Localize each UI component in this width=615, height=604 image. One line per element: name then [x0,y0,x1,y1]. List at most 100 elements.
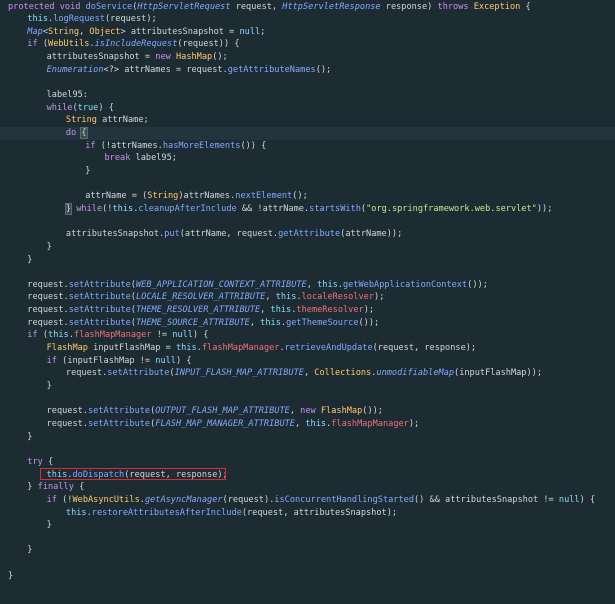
code-line[interactable]: this.logRequest(request); [0,13,615,26]
code-token: this [305,418,327,429]
code-token: } [27,254,33,265]
code-token: request. [65,368,108,379]
code-line[interactable]: Enumeration<?> attrNames = request.getAt… [0,64,615,77]
code-token: HttpServletResponse [282,1,381,12]
code-token: this [65,507,87,518]
code-line[interactable] [0,393,615,406]
code-line[interactable]: } [0,570,615,583]
code-line[interactable]: if (this.flashMapManager != null) { [0,329,615,342]
code-line[interactable]: attributesSnapshot.put(attrName, request… [0,228,615,241]
code-line[interactable]: attrName = (String)attrNames.nextElement… [0,190,615,203]
code-token: Enumeration [46,64,104,75]
code-line[interactable]: request.setAttribute(THEME_RESOLVER_ATTR… [0,304,615,317]
code-line[interactable] [0,216,615,229]
code-token: } [85,165,91,176]
code-token: setAttribute [68,317,131,328]
code-token: this [27,14,48,25]
code-token: attributesSnapshot [65,229,160,240]
code-line[interactable]: while(true) { [0,102,615,115]
code-token: } [46,241,52,252]
code-editor[interactable]: protected void doService(HttpServletRequ… [0,0,615,604]
code-token: request. [27,292,69,303]
code-token: INPUT_FLASH_MAP_ATTRIBUTE [174,368,304,379]
code-line[interactable]: if (inputFlashMap != null) { [0,355,615,368]
code-token: logRequest [53,14,105,25]
code-line[interactable] [0,76,615,89]
code-token: getAttributeNames [227,64,316,75]
code-line[interactable]: label95: [0,89,615,102]
code-token: ()) { [240,140,267,151]
code-line[interactable]: try { [0,456,615,469]
code-token: inputFlashMap [93,343,161,354]
code-token: new [300,406,321,417]
code-line[interactable]: this.doDispatch(request, response); [0,469,615,482]
code-token: break [104,153,136,164]
code-line[interactable]: } [0,254,615,267]
code-line[interactable]: String attrName; [0,114,615,127]
code-line[interactable]: } while(!this.cleanupAfterInclude && !at… [0,202,615,216]
code-line[interactable]: } [0,431,615,444]
code-token: this [48,330,69,341]
code-line[interactable]: do { [0,127,615,140]
code-line[interactable]: this.restoreAttributesAfterInclude(reque… [0,507,615,520]
code-token: () && [414,494,446,505]
code-token: = [139,52,156,63]
code-line[interactable]: request.setAttribute(OUTPUT_FLASH_MAP_AT… [0,405,615,418]
code-token: attrNames [124,64,171,75]
code-token: attrName [262,203,304,214]
code-line[interactable] [0,532,615,545]
code-token: restoreAttributesAfterInclude [91,507,242,518]
code-token: request. [27,317,69,328]
code-line[interactable]: } [0,165,615,178]
code-line[interactable]: request.setAttribute(INPUT_FLASH_MAP_ATT… [0,367,615,380]
code-line[interactable] [0,443,615,456]
code-line[interactable]: if (!WebAsyncUtils.getAsyncManager(reque… [0,494,615,507]
code-token: , [249,317,261,328]
code-line[interactable]: if (!attrNames.hasMoreElements()) { [0,140,615,153]
code-token: label95; [135,153,177,164]
code-line[interactable]: request.setAttribute(THEME_SOURCE_ATTRIB… [0,317,615,330]
code-line[interactable]: } [0,544,615,557]
code-token: this [260,317,281,328]
code-token: ()); [362,406,383,417]
code-token: String [65,115,103,126]
code-line[interactable]: if (WebUtils.isIncludeRequest(request)) … [0,38,615,51]
code-token: (! [62,494,73,505]
code-token: && ! [236,203,263,214]
code-token: setAttribute [88,406,151,417]
code-token: (request, response); [124,469,228,480]
code-line[interactable]: Map<String, Object> attributesSnapshot =… [0,26,615,39]
code-line[interactable]: request.setAttribute(FLASH_MAP_MANAGER_A… [0,418,615,431]
code-line[interactable] [0,557,615,570]
code-line[interactable] [0,178,615,191]
code-token: request, [230,1,283,12]
code-line[interactable]: attributesSnapshot = new HashMap(); [0,51,615,64]
code-token: request. [46,418,88,429]
code-line[interactable]: FlashMap inputFlashMap = this.flashMapMa… [0,342,615,355]
code-token: nextElement [235,191,293,202]
code-token: isConcurrentHandlingStarted [274,494,414,505]
code-line[interactable] [0,266,615,279]
code-token: inputFlashMap [459,368,527,379]
code-line[interactable]: break label95; [0,152,615,165]
code-token: this [275,292,297,303]
code-line[interactable]: } [0,241,615,254]
code-token: finally [37,482,80,493]
code-token: setAttribute [107,368,170,379]
code-token: themeResolver [296,305,364,316]
code-token: FLASH_MAP_MANAGER_ATTRIBUTE [155,418,295,429]
code-token: ()); [467,279,488,290]
code-token: )); [526,368,542,379]
code-token: != [151,330,173,341]
code-token: request. [27,305,69,316]
code-line[interactable]: protected void doService(HttpServletRequ… [0,1,615,14]
code-token: THEME_SOURCE_ATTRIBUTE [135,317,250,328]
code-line[interactable]: } [0,380,615,393]
code-line[interactable]: } [0,519,615,532]
code-token: if [27,330,43,341]
code-token: this [46,469,68,480]
code-line[interactable]: request.setAttribute(LOCALE_RESOLVER_ATT… [0,291,615,304]
code-line[interactable]: request.setAttribute(WEB_APPLICATION_CON… [0,279,615,292]
code-token: { [79,482,85,493]
code-line[interactable]: } finally { [0,481,615,494]
